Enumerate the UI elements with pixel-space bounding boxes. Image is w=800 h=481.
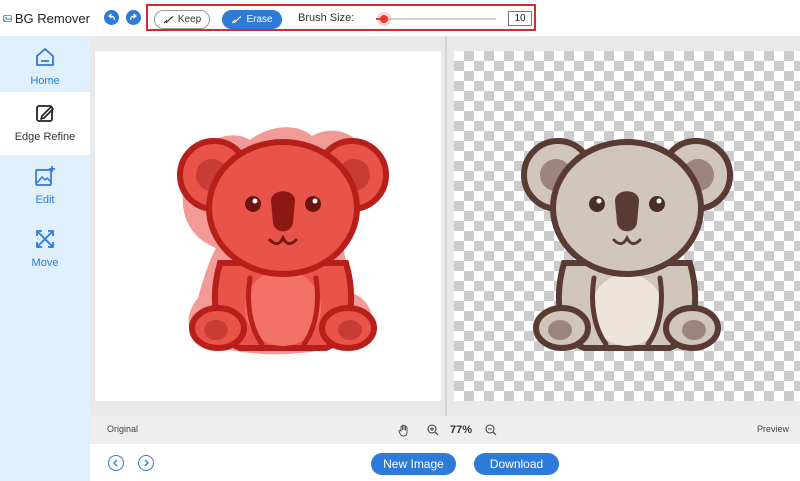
toolbar: Keep Erase Brush Size: 10 bbox=[90, 0, 800, 36]
keep-button[interactable]: Keep bbox=[154, 10, 210, 29]
zoom-in-icon bbox=[427, 424, 439, 436]
edit-image-icon bbox=[35, 166, 55, 186]
zoom-out-icon bbox=[485, 424, 497, 436]
move-icon bbox=[36, 230, 54, 248]
zoom-out-button[interactable] bbox=[485, 421, 497, 439]
preview-image-panel[interactable] bbox=[454, 51, 800, 401]
new-image-button[interactable]: New Image bbox=[371, 453, 456, 475]
canvas-area bbox=[90, 36, 800, 416]
sidebar-item-label: Edge Refine bbox=[14, 131, 76, 143]
brush-size-slider[interactable] bbox=[376, 15, 496, 23]
erase-brush-icon bbox=[232, 15, 242, 23]
sidebar-item-home[interactable]: Home bbox=[0, 36, 90, 99]
original-label: Original bbox=[107, 424, 139, 434]
chevron-right-icon bbox=[144, 459, 149, 467]
preview-koala-image bbox=[521, 138, 733, 351]
panel-divider bbox=[445, 36, 447, 416]
zoom-value: 77% bbox=[450, 424, 473, 436]
chevron-left-icon bbox=[113, 459, 118, 467]
hand-icon bbox=[398, 424, 408, 436]
sidebar-item-edge-refine[interactable]: Edge Refine bbox=[0, 92, 90, 155]
original-image-panel[interactable] bbox=[95, 51, 441, 401]
sidebar-item-label: Move bbox=[31, 257, 59, 269]
sidebar: BG Remover Home Edge Refine Edit Move bbox=[0, 0, 90, 481]
app-title: BG Remover bbox=[14, 10, 90, 26]
undo-icon bbox=[107, 13, 116, 21]
bottom-bar: New Image Download bbox=[90, 444, 800, 481]
redo-button[interactable] bbox=[126, 10, 141, 25]
sidebar-item-edit[interactable]: Edit bbox=[0, 155, 90, 218]
keep-label: Keep bbox=[177, 14, 202, 25]
erase-button[interactable]: Erase bbox=[222, 10, 282, 29]
brush-size-value[interactable]: 10 bbox=[508, 11, 532, 26]
app-brand: BG Remover bbox=[0, 0, 90, 36]
zoom-level: 77% bbox=[450, 421, 472, 439]
preview-label: Preview bbox=[757, 424, 790, 434]
next-button[interactable] bbox=[138, 455, 154, 471]
previous-button[interactable] bbox=[108, 455, 124, 471]
erase-label: Erase bbox=[246, 14, 273, 25]
original-koala-image bbox=[177, 127, 389, 355]
keep-brush-icon bbox=[163, 15, 174, 23]
redo-icon bbox=[129, 13, 138, 21]
sidebar-item-label: Home bbox=[30, 75, 60, 87]
brush-tools-group: Keep Erase Brush Size: 10 bbox=[146, 4, 536, 31]
brush-size-label: Brush Size: bbox=[298, 12, 355, 24]
hand-tool-button[interactable] bbox=[398, 421, 410, 439]
zoom-in-button[interactable] bbox=[427, 421, 439, 439]
edge-refine-icon bbox=[36, 105, 54, 122]
bg-remover-logo-icon bbox=[3, 14, 12, 22]
status-bar: Original 77% Preview bbox=[90, 416, 800, 444]
sidebar-item-move[interactable]: Move bbox=[0, 218, 90, 281]
brush-size-slider-thumb[interactable] bbox=[380, 15, 388, 23]
sidebar-item-label: Edit bbox=[35, 194, 55, 206]
download-button[interactable]: Download bbox=[474, 453, 559, 475]
undo-button[interactable] bbox=[104, 10, 119, 25]
home-icon bbox=[36, 48, 54, 66]
